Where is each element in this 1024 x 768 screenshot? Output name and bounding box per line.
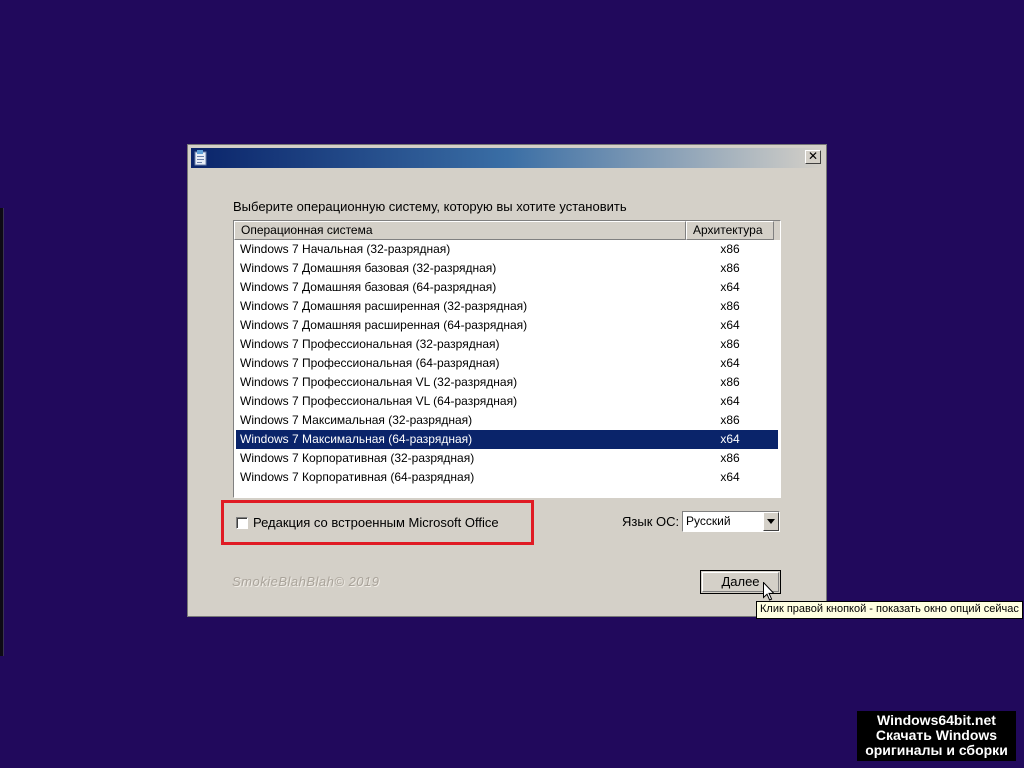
os-list-row[interactable]: Windows 7 Профессиональная (32-разрядная… bbox=[236, 335, 778, 354]
os-arch-cell: x86 bbox=[720, 261, 740, 275]
os-name-cell: Windows 7 Домашняя базовая (32-разрядная… bbox=[240, 261, 497, 275]
os-name-cell: Windows 7 Профессиональная VL (64-разряд… bbox=[240, 394, 518, 408]
os-arch-cell: x86 bbox=[720, 451, 740, 465]
os-arch-cell: x86 bbox=[720, 337, 740, 351]
dialog-titlebar[interactable]: ✕ bbox=[191, 148, 823, 168]
os-list-row[interactable]: Windows 7 Домашняя расширенная (64-разря… bbox=[236, 316, 778, 335]
dropdown-arrow-icon[interactable] bbox=[763, 512, 779, 531]
language-select[interactable]: Русский bbox=[682, 511, 780, 532]
os-list-row[interactable]: Windows 7 Домашняя базовая (32-разрядная… bbox=[236, 259, 778, 278]
os-arch-cell: x64 bbox=[720, 432, 740, 446]
os-name-cell: Windows 7 Начальная (32-разрядная) bbox=[240, 242, 451, 256]
os-arch-cell: x64 bbox=[720, 318, 740, 332]
os-list-row[interactable]: Windows 7 Корпоративная (64-разрядная) x6… bbox=[236, 468, 778, 487]
language-label: Язык ОС: bbox=[622, 514, 680, 529]
os-list-row[interactable]: Windows 7 Максимальная (32-разрядная) x86 bbox=[236, 411, 778, 430]
os-list-row[interactable]: Windows 7 Профессиональная VL (32-разряд… bbox=[236, 373, 778, 392]
os-name-cell: Windows 7 Профессиональная (64-разрядная… bbox=[240, 356, 500, 370]
os-list-row[interactable]: Windows 7 Корпоративная (32-разрядная) x8… bbox=[236, 449, 778, 468]
setup-window-icon bbox=[194, 150, 208, 166]
os-list-row[interactable]: Windows 7 Профессиональная (64-разрядная… bbox=[236, 354, 778, 373]
office-option-highlight: Редакция со встроенным Microsoft Office bbox=[221, 500, 534, 545]
left-edge-panel bbox=[0, 208, 4, 656]
dialog-heading: Выберите операционную систему, которую в… bbox=[233, 199, 627, 214]
os-name-cell: Windows 7 Максимальная (64-разрядная) bbox=[240, 432, 473, 446]
os-list-row[interactable]: Windows 7 Домашняя базовая (64-разрядная… bbox=[236, 278, 778, 297]
os-list-row[interactable]: Windows 7 Начальная (32-разрядная) x86 bbox=[236, 240, 778, 259]
os-name-cell: Windows 7 Корпоративная (64-разрядная) bbox=[240, 470, 475, 484]
os-arch-cell: x86 bbox=[720, 375, 740, 389]
os-arch-cell: x64 bbox=[720, 356, 740, 370]
site-watermark: Windows64bit.net Скачать Windows оригина… bbox=[857, 711, 1016, 761]
os-list-row[interactable]: Windows 7 Максимальная (64-разрядная) x64 bbox=[236, 430, 778, 449]
close-icon: ✕ bbox=[807, 149, 819, 163]
language-select-value: Русский bbox=[686, 514, 731, 528]
close-button[interactable]: ✕ bbox=[805, 150, 821, 164]
os-arch-cell: x64 bbox=[720, 470, 740, 484]
watermark-line-3: оригиналы и сборки bbox=[865, 742, 1008, 758]
os-list-rows: Windows 7 Начальная (32-разрядная) x86 Win… bbox=[234, 240, 780, 487]
watermark-line-1: Windows64bit.net bbox=[877, 712, 996, 728]
watermark-line-2: Скачать Windows bbox=[875, 727, 998, 743]
os-arch-cell: x86 bbox=[720, 413, 740, 427]
os-list-row[interactable]: Windows 7 Профессиональная VL (64-разряд… bbox=[236, 392, 778, 411]
os-list-header: Операционная система Архитектура bbox=[234, 221, 780, 240]
os-name-cell: Windows 7 Домашняя расширенная (64-разря… bbox=[240, 318, 528, 332]
os-arch-cell: x64 bbox=[720, 280, 740, 294]
os-name-cell: Windows 7 Максимальная (32-разрядная) bbox=[240, 413, 473, 427]
hint-tooltip: Клик правой кнопкой - показать окно опци… bbox=[756, 601, 1023, 619]
os-name-cell: Windows 7 Корпоративная (32-разрядная) bbox=[240, 451, 475, 465]
copyright-text: SmokieBlahBlah© 2019 bbox=[232, 574, 380, 589]
os-name-cell: Windows 7 Домашняя базовая (64-разрядная… bbox=[240, 280, 497, 294]
column-header-os[interactable]: Операционная система bbox=[234, 221, 686, 240]
os-arch-cell: x64 bbox=[720, 394, 740, 408]
column-header-arch[interactable]: Архитектура bbox=[686, 221, 774, 240]
os-name-cell: Windows 7 Домашняя расширенная (32-разря… bbox=[240, 299, 528, 313]
os-list[interactable]: Операционная система Архитектура Windows… bbox=[233, 220, 781, 498]
os-name-cell: Windows 7 Профессиональная VL (32-разряд… bbox=[240, 375, 518, 389]
office-checkbox-label[interactable]: Редакция со встроенным Microsoft Office bbox=[253, 515, 499, 530]
setup-dialog: ✕ Выберите операционную систему, которую… bbox=[187, 144, 827, 617]
office-checkbox[interactable] bbox=[236, 517, 248, 529]
os-name-cell: Windows 7 Профессиональная (32-разрядная… bbox=[240, 337, 500, 351]
os-arch-cell: x86 bbox=[720, 242, 740, 256]
os-arch-cell: x86 bbox=[720, 299, 740, 313]
os-list-row[interactable]: Windows 7 Домашняя расширенная (32-разря… bbox=[236, 297, 778, 316]
